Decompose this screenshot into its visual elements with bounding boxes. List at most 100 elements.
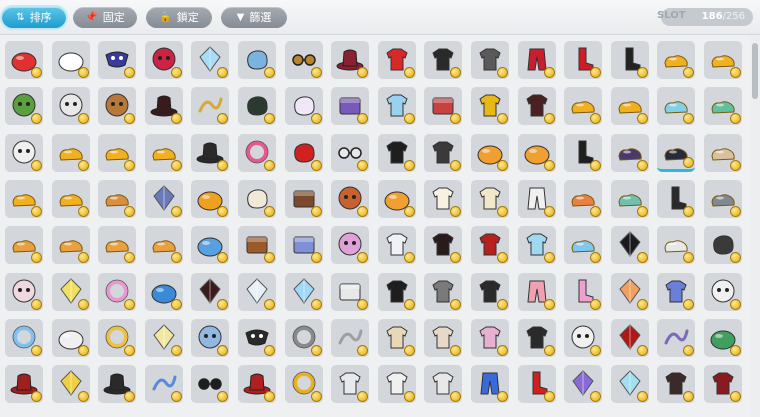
- inventory-slot[interactable]: [471, 272, 509, 311]
- pin-button[interactable]: 📌 固定: [73, 7, 137, 28]
- inventory-slot[interactable]: [424, 365, 463, 404]
- inventory-slot[interactable]: [238, 318, 276, 357]
- inventory-slot[interactable]: [517, 226, 556, 265]
- inventory-slot[interactable]: [657, 133, 696, 172]
- inventory-slot[interactable]: [144, 179, 183, 218]
- inventory-slot[interactable]: [331, 133, 370, 172]
- inventory-slot[interactable]: [284, 272, 323, 311]
- inventory-slot[interactable]: [377, 179, 416, 218]
- inventory-slot[interactable]: [704, 318, 742, 357]
- inventory-slot[interactable]: [5, 87, 43, 126]
- inventory-slot[interactable]: [51, 272, 90, 311]
- inventory-slot[interactable]: [5, 41, 43, 79]
- lock-button[interactable]: 🔒 鎖定: [146, 7, 212, 28]
- inventory-slot[interactable]: [517, 272, 556, 311]
- inventory-slot[interactable]: [238, 179, 276, 218]
- inventory-slot[interactable]: [377, 226, 416, 265]
- inventory-slot[interactable]: [144, 41, 183, 79]
- inventory-slot[interactable]: [238, 41, 276, 79]
- inventory-slot[interactable]: [144, 318, 183, 357]
- inventory-slot[interactable]: [331, 365, 370, 404]
- inventory-slot[interactable]: [51, 133, 90, 172]
- inventory-slot[interactable]: [331, 41, 370, 79]
- inventory-slot[interactable]: [331, 318, 370, 357]
- inventory-slot[interactable]: [704, 272, 742, 311]
- inventory-slot[interactable]: [610, 318, 649, 357]
- inventory-slot[interactable]: [517, 133, 556, 172]
- inventory-slot[interactable]: [377, 133, 416, 172]
- inventory-slot[interactable]: [51, 226, 90, 265]
- inventory-slot[interactable]: [331, 272, 370, 311]
- inventory-slot[interactable]: [471, 179, 509, 218]
- inventory-slot[interactable]: [657, 318, 696, 357]
- inventory-slot[interactable]: [144, 133, 183, 172]
- inventory-slot[interactable]: [377, 318, 416, 357]
- inventory-slot[interactable]: [331, 87, 370, 126]
- inventory-slot[interactable]: [5, 365, 43, 404]
- inventory-slot[interactable]: [704, 133, 742, 172]
- inventory-slot[interactable]: [5, 226, 43, 265]
- inventory-slot[interactable]: [144, 272, 183, 311]
- inventory-slot[interactable]: [471, 133, 509, 172]
- inventory-slot[interactable]: [238, 87, 276, 126]
- inventory-slot[interactable]: [284, 41, 323, 79]
- inventory-slot[interactable]: [331, 179, 370, 218]
- inventory-slot[interactable]: [51, 179, 90, 218]
- inventory-slot[interactable]: [191, 179, 230, 218]
- inventory-slot[interactable]: [610, 226, 649, 265]
- inventory-slot[interactable]: [98, 179, 137, 218]
- inventory-slot[interactable]: [657, 226, 696, 265]
- inventory-slot[interactable]: [564, 41, 603, 79]
- inventory-slot[interactable]: [51, 41, 90, 79]
- inventory-slot[interactable]: [5, 133, 43, 172]
- inventory-slot[interactable]: [98, 41, 137, 79]
- filter-button[interactable]: ▼ 篩選: [221, 7, 287, 28]
- inventory-slot[interactable]: [564, 365, 603, 404]
- inventory-slot[interactable]: [238, 133, 276, 172]
- inventory-slot[interactable]: [191, 87, 230, 126]
- inventory-slot[interactable]: [238, 226, 276, 265]
- inventory-slot[interactable]: [657, 272, 696, 311]
- inventory-slot[interactable]: [424, 41, 463, 79]
- inventory-slot[interactable]: [471, 365, 509, 404]
- scrollbar-thumb[interactable]: [752, 43, 758, 99]
- inventory-slot[interactable]: [517, 87, 556, 126]
- inventory-slot[interactable]: [564, 87, 603, 126]
- inventory-slot[interactable]: [704, 41, 742, 79]
- inventory-slot[interactable]: [144, 226, 183, 265]
- inventory-slot[interactable]: [238, 365, 276, 404]
- inventory-slot[interactable]: [657, 87, 696, 126]
- inventory-slot[interactable]: [424, 272, 463, 311]
- inventory-slot[interactable]: [144, 365, 183, 404]
- inventory-slot[interactable]: [564, 272, 603, 311]
- inventory-slot[interactable]: [424, 318, 463, 357]
- inventory-slot[interactable]: [610, 87, 649, 126]
- inventory-slot[interactable]: [610, 272, 649, 311]
- inventory-slot[interactable]: [191, 318, 230, 357]
- inventory-slot[interactable]: [284, 365, 323, 404]
- inventory-slot[interactable]: [331, 226, 370, 265]
- inventory-slot[interactable]: [191, 226, 230, 265]
- inventory-slot[interactable]: [98, 87, 137, 126]
- inventory-slot[interactable]: [238, 272, 276, 311]
- inventory-slot[interactable]: [564, 226, 603, 265]
- inventory-slot[interactable]: [377, 41, 416, 79]
- inventory-slot[interactable]: [517, 179, 556, 218]
- inventory-slot[interactable]: [610, 133, 649, 172]
- inventory-slot[interactable]: [98, 272, 137, 311]
- inventory-slot[interactable]: [610, 365, 649, 404]
- inventory-slot[interactable]: [471, 87, 509, 126]
- inventory-slot[interactable]: [51, 365, 90, 404]
- inventory-slot[interactable]: [191, 365, 230, 404]
- inventory-slot[interactable]: [704, 179, 742, 218]
- inventory-slot[interactable]: [564, 133, 603, 172]
- inventory-slot[interactable]: [517, 318, 556, 357]
- inventory-slot[interactable]: [191, 41, 230, 79]
- inventory-slot[interactable]: [657, 179, 696, 218]
- inventory-slot[interactable]: [471, 318, 509, 357]
- inventory-slot[interactable]: [657, 41, 696, 79]
- inventory-slot[interactable]: [144, 87, 183, 126]
- sort-button[interactable]: ⇅ 排序: [2, 7, 66, 28]
- inventory-slot[interactable]: [51, 87, 90, 126]
- inventory-slot[interactable]: [284, 179, 323, 218]
